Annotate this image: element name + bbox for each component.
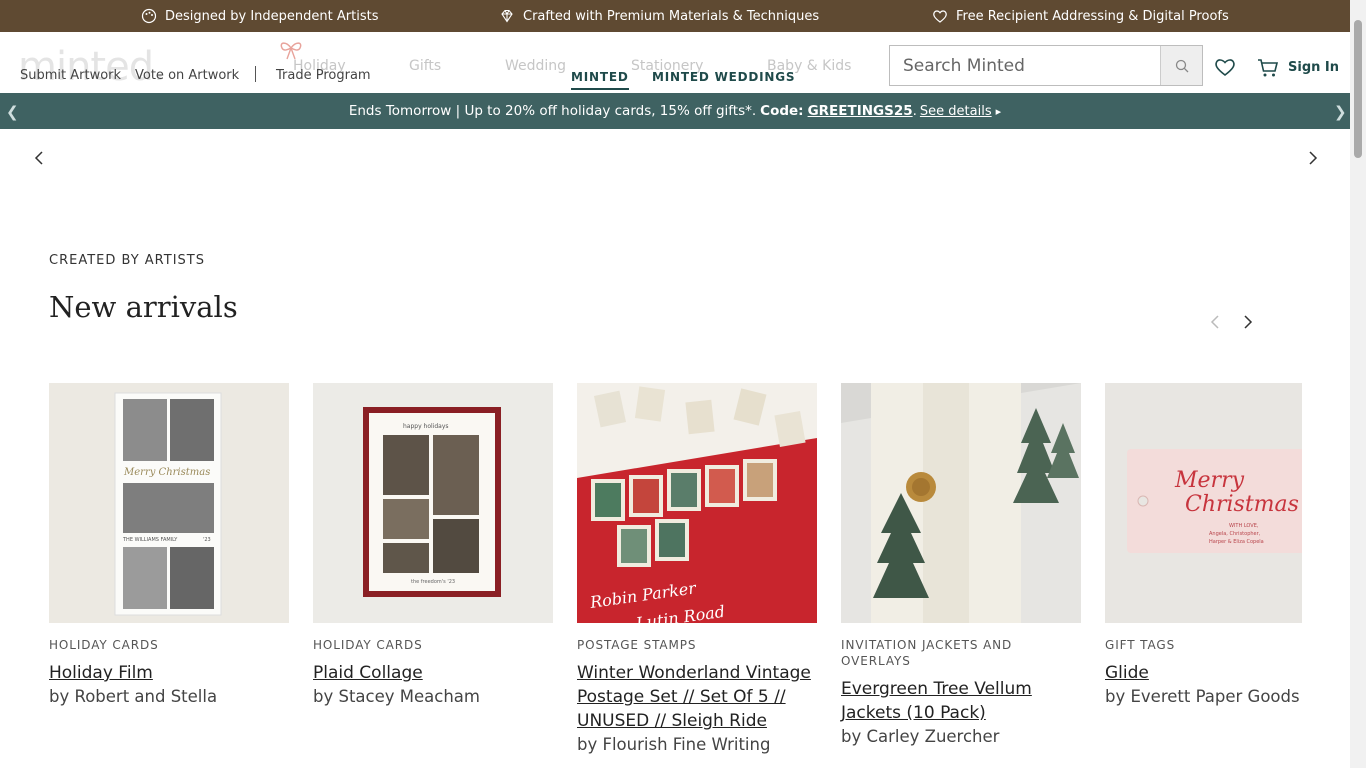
site-header: minted. Holiday Gifts Wedding Stationery… [0, 32, 1350, 93]
value-prop-label: Free Recipient Addressing & Digital Proo… [956, 8, 1229, 24]
palette-icon [141, 8, 157, 24]
product-artist: by Carley Zuercher [841, 727, 1000, 746]
carousel-prev-icon[interactable] [1209, 314, 1221, 330]
product-category: INVITATION JACKETS AND OVERLAYS [841, 638, 1013, 668]
minted-logo[interactable]: minted. [18, 44, 166, 90]
product-card[interactable]: happy holidays the freedom's '23 HOLIDAY… [313, 383, 553, 709]
diamond-icon [501, 9, 513, 23]
promo-code: GREETINGS25 [807, 103, 913, 119]
value-prop-addressing: Free Recipient Addressing & Digital Proo… [932, 0, 1229, 32]
product-card[interactable]: Robin Parker Lutin Road POSTAGE STAMPS W… [577, 383, 817, 757]
cart-icon[interactable] [1257, 58, 1279, 78]
search-icon [1175, 59, 1188, 72]
card5-script-line: Christmas [1185, 492, 1299, 517]
card5-small-line: Harper & Eliza Copela [1209, 539, 1264, 545]
product-image[interactable]: Robin Parker Lutin Road [577, 383, 817, 623]
carousel-next-icon[interactable] [1242, 314, 1254, 330]
product-artist: by Stacey Meacham [313, 687, 480, 706]
hero-prev-icon[interactable] [33, 150, 45, 166]
product-category: HOLIDAY CARDS [313, 638, 423, 652]
details-arrow-icon: ▸ [995, 104, 1002, 118]
product-card[interactable]: Merry Christmas THE WILLIAMS FAMILY '23 … [49, 383, 289, 709]
sign-in-link[interactable]: Sign In [1288, 60, 1339, 75]
product-category: POSTAGE STAMPS [577, 638, 697, 652]
promo-code-label: Code: [760, 103, 804, 119]
favorites-heart-icon[interactable] [1214, 57, 1236, 77]
section-title: New arrivals [49, 290, 238, 324]
card5-small-line: Angela, Christopher, [1209, 531, 1261, 537]
vote-on-artwork-link[interactable]: Vote on Artwork [135, 68, 239, 83]
product-category: GIFT TAGS [1105, 638, 1176, 652]
product-category: HOLIDAY CARDS [49, 638, 159, 652]
value-prop-artists: Designed by Independent Artists [141, 0, 378, 32]
value-prop-materials: Crafted with Premium Materials & Techniq… [499, 0, 819, 32]
card5-script-line: Merry [1174, 468, 1245, 493]
product-title[interactable]: Plaid Collage [313, 661, 553, 685]
product-title[interactable]: Evergreen Tree Vellum Jackets (10 Pack) [841, 677, 1081, 725]
product-title[interactable]: Winter Wonderland Vintage Postage Set //… [577, 661, 817, 733]
card1-script: Merry Christmas [123, 467, 210, 478]
page-scrollbar[interactable] [1350, 0, 1366, 768]
product-card[interactable]: Merry Christmas WITH LOVE, Angela, Chris… [1105, 383, 1302, 709]
product-image[interactable]: Merry Christmas WITH LOVE, Angela, Chris… [1105, 383, 1302, 623]
value-props-bar: Designed by Independent Artists Crafted … [0, 0, 1350, 32]
promo-text: Ends Tomorrow | Up to 20% off holiday ca… [348, 103, 757, 119]
section-eyebrow: CREATED BY ARTISTS [49, 253, 205, 268]
value-prop-label: Crafted with Premium Materials & Techniq… [523, 8, 820, 24]
product-title[interactable]: Glide [1105, 661, 1302, 685]
value-prop-label: Designed by Independent Artists [165, 8, 379, 24]
hero-next-icon[interactable] [1307, 150, 1319, 166]
product-image[interactable]: Merry Christmas THE WILLIAMS FAMILY '23 [49, 383, 289, 623]
card1-footer: THE WILLIAMS FAMILY [122, 537, 178, 543]
scrollbar-thumb[interactable] [1354, 20, 1362, 158]
submit-artwork-link[interactable]: Submit Artwork [20, 68, 121, 83]
product-artist: by Flourish Fine Writing [577, 735, 771, 754]
card1-year: '23 [203, 537, 211, 543]
card2-footer: the freedom's '23 [411, 579, 455, 585]
promo-next-icon[interactable]: ❯ [1334, 103, 1347, 121]
tab-minted-weddings[interactable]: MINTED WEDDINGS [652, 70, 795, 84]
promo-banner: ❮ Ends Tomorrow | Up to 20% off holiday … [0, 93, 1350, 129]
tab-minted[interactable]: MINTED [571, 70, 629, 90]
card5-small-line: WITH LOVE, [1229, 523, 1259, 529]
promo-prev-icon[interactable]: ❮ [6, 103, 19, 121]
nav-wedding[interactable]: Wedding [505, 58, 566, 74]
product-artist: by Robert and Stella [49, 687, 218, 706]
nav-gifts[interactable]: Gifts [409, 58, 441, 74]
product-image[interactable]: happy holidays the freedom's '23 [313, 383, 553, 623]
search-input[interactable] [890, 46, 1160, 85]
search-button[interactable] [1160, 46, 1202, 85]
product-artist: by Everett Paper Goods [1105, 687, 1300, 706]
product-title[interactable]: Holiday Film [49, 661, 289, 685]
divider [255, 66, 256, 82]
trade-program-link[interactable]: Trade Program [276, 68, 371, 83]
see-details-link[interactable]: See details [920, 104, 992, 119]
product-card[interactable]: INVITATION JACKETS AND OVERLAYS Evergree… [841, 383, 1081, 749]
heart-icon [933, 10, 947, 23]
search-box [889, 45, 1203, 86]
card2-header: happy holidays [403, 423, 449, 430]
product-image[interactable] [841, 383, 1081, 623]
